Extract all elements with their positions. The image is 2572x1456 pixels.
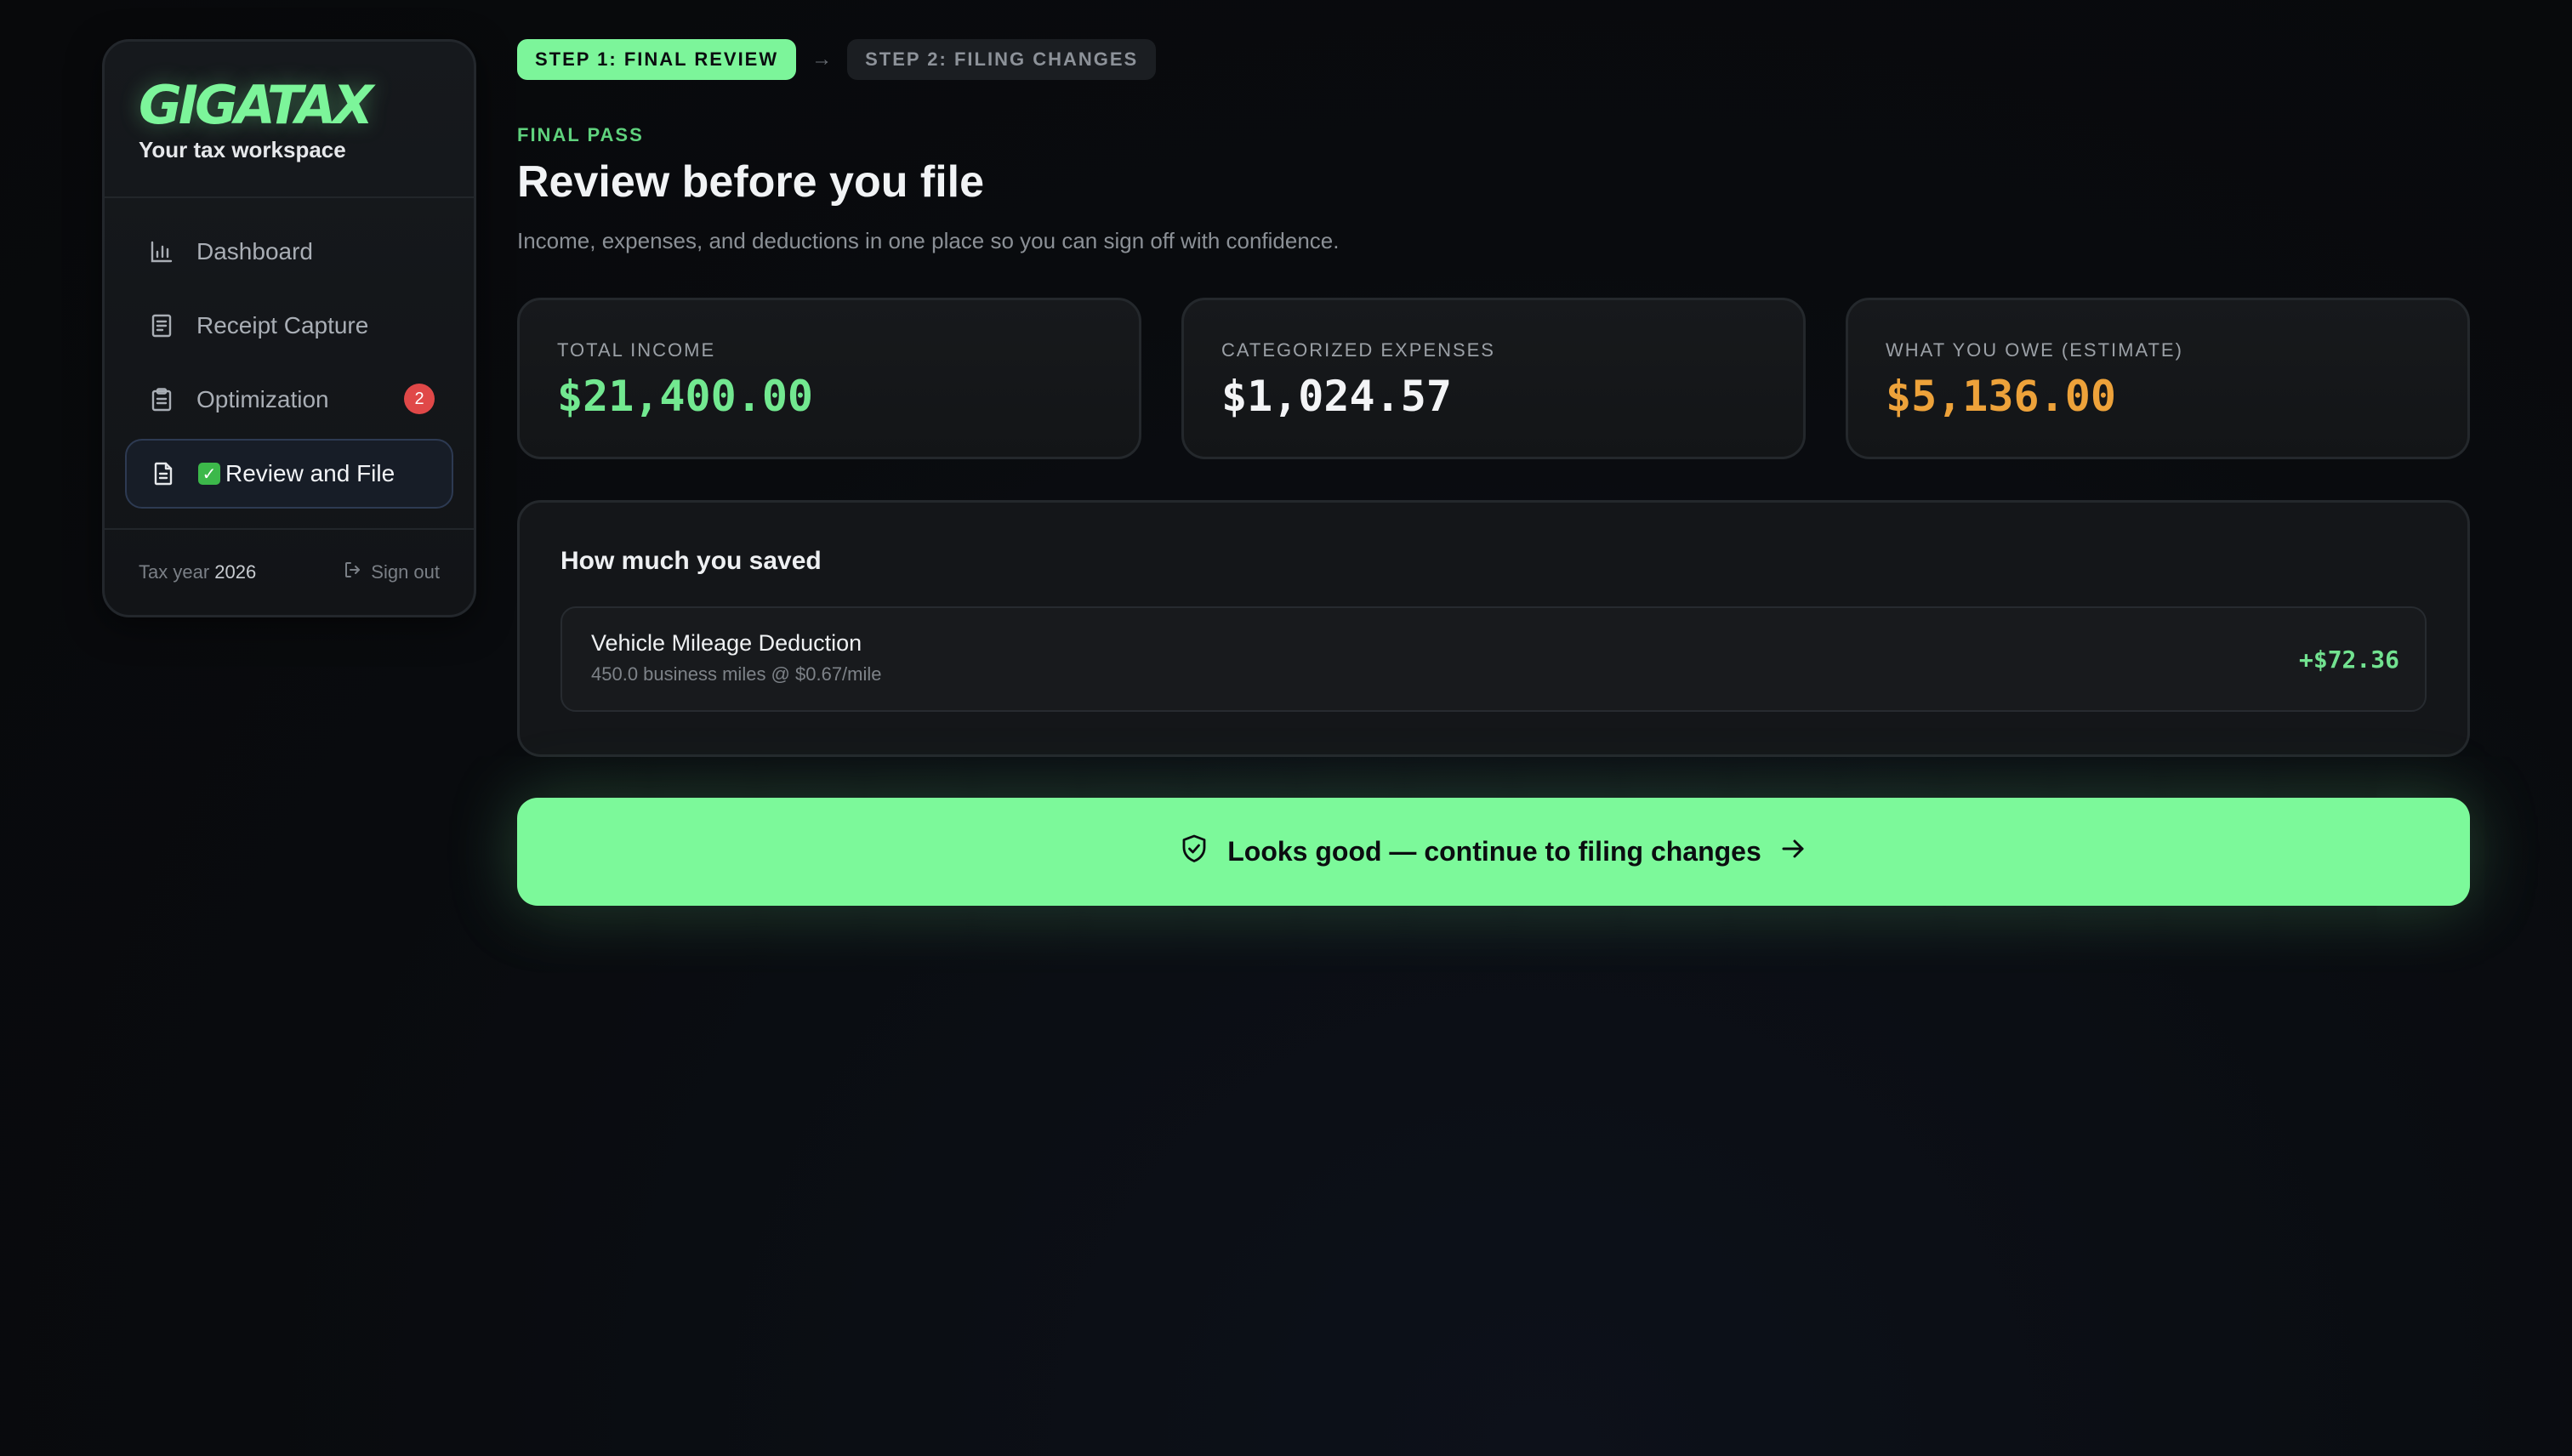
stat-value: $5,136.00	[1886, 372, 2116, 421]
brand: GIGATAX Your tax workspace	[105, 42, 474, 198]
sidebar-item-label: Review and File	[225, 460, 395, 486]
deduction-detail: 450.0 business miles @ $0.67/mile	[591, 663, 882, 685]
sidebar-item-label: Receipt Capture	[196, 312, 369, 338]
arrow-right-icon: →	[811, 48, 833, 71]
stat-label: TOTAL INCOME	[557, 339, 716, 361]
step-final-review[interactable]: STEP 1: FINAL REVIEW	[517, 39, 797, 80]
arrow-right-icon	[1780, 836, 1807, 868]
savings-panel: How much you saved Vehicle Mileage Deduc…	[517, 500, 2470, 757]
receipt-icon	[149, 313, 174, 338]
sidebar-nav: Dashboard Receipt Capture Optimization 2	[105, 198, 474, 532]
stat-label: WHAT YOU OWE (ESTIMATE)	[1886, 339, 2183, 361]
sign-out-button[interactable]: Sign out	[344, 560, 440, 584]
document-icon	[151, 461, 176, 486]
sidebar-item-label: Dashboard	[196, 238, 313, 264]
sidebar-item-review-and-file[interactable]: ✓ Review and File	[125, 439, 453, 509]
sidebar-footer: Tax year 2026 Sign out	[105, 528, 474, 615]
step-filing-changes[interactable]: STEP 2: FILING CHANGES	[847, 39, 1157, 80]
sidebar-item-dashboard[interactable]: Dashboard	[125, 217, 453, 287]
shield-check-icon	[1180, 833, 1209, 871]
deduction-title: Vehicle Mileage Deduction	[591, 630, 862, 656]
continue-button[interactable]: Looks good — continue to filing changes	[517, 798, 2470, 906]
clipboard-icon	[149, 387, 174, 412]
deduction-amount: +$72.36	[2298, 646, 2399, 674]
stat-value: $21,400.00	[557, 372, 814, 421]
sidebar-item-label: Optimization	[196, 386, 329, 412]
sidebar: GIGATAX Your tax workspace Dashboard Rec…	[102, 39, 476, 617]
stat-card-categorized-expenses: CATEGORIZED EXPENSES $1,024.57	[1181, 298, 1806, 459]
tax-year: Tax year 2026	[139, 561, 257, 583]
tagline: Your tax workspace	[139, 137, 346, 162]
sign-out-icon	[344, 560, 362, 584]
check-mark-icon: ✓	[198, 463, 220, 485]
stat-card-total-income: TOTAL INCOME $21,400.00	[517, 298, 1141, 459]
page-subtitle: Income, expenses, and deductions in one …	[517, 228, 1340, 253]
stat-label: CATEGORIZED EXPENSES	[1221, 339, 1495, 361]
savings-title: How much you saved	[560, 547, 822, 575]
tax-year-value: 2026	[214, 561, 257, 583]
eyebrow: FINAL PASS	[517, 124, 644, 145]
stat-card-what-you-owe: WHAT YOU OWE (ESTIMATE) $5,136.00	[1846, 298, 2470, 459]
stat-value: $1,024.57	[1221, 372, 1452, 421]
stepper: STEP 1: FINAL REVIEW → STEP 2: FILING CH…	[517, 39, 1157, 80]
continue-button-label: Looks good — continue to filing changes	[1227, 836, 1761, 867]
sign-out-label: Sign out	[371, 561, 440, 583]
logo[interactable]: GIGATAX	[139, 77, 440, 134]
sidebar-item-receipt-capture[interactable]: Receipt Capture	[125, 291, 453, 361]
bar-chart-icon	[149, 239, 174, 264]
sidebar-item-optimization[interactable]: Optimization 2	[125, 365, 453, 435]
notification-badge: 2	[404, 384, 435, 414]
page-title: Review before you file	[517, 157, 985, 207]
list-item: Vehicle Mileage Deduction 450.0 business…	[560, 606, 2427, 712]
